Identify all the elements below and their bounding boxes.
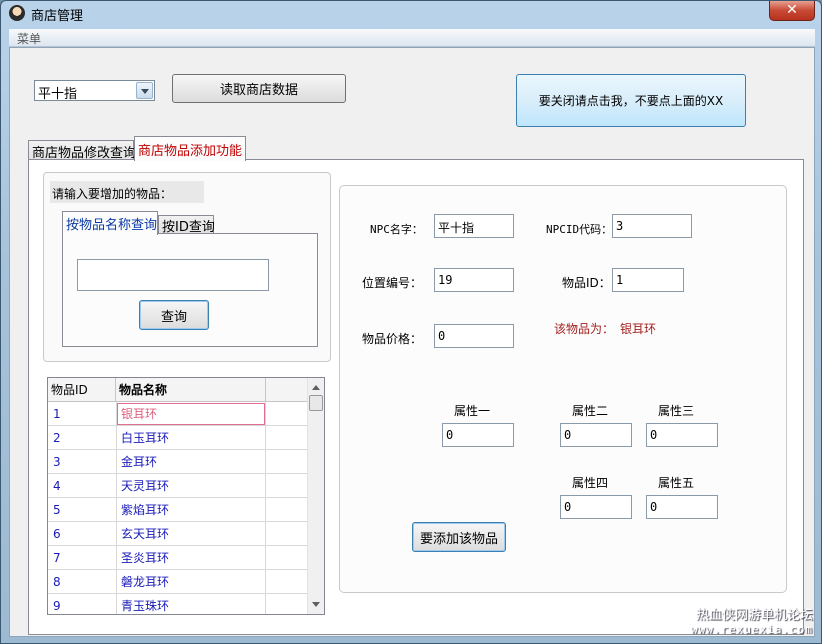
table-row[interactable]: 2 白玉耳环: [48, 426, 308, 450]
cell-name: 银耳环: [116, 402, 266, 426]
attr3-field[interactable]: 0: [646, 423, 718, 447]
cell-name: 磐龙耳环: [116, 570, 266, 594]
table-row[interactable]: 5 紫焰耳环: [48, 498, 308, 522]
search-tab-panel: 查询: [62, 233, 318, 347]
cell-name: 青玉珠环: [116, 594, 266, 614]
npc-id-label: NPCID代码：: [546, 223, 613, 236]
menu-bar: 菜单: [9, 29, 815, 47]
position-field[interactable]: 19: [434, 268, 514, 292]
column-header-id[interactable]: 物品ID: [48, 378, 116, 402]
load-shop-data-button[interactable]: 读取商店数据: [172, 74, 346, 103]
table-row[interactable]: 1 银耳环: [48, 402, 308, 426]
item-id-field[interactable]: 1: [612, 268, 684, 292]
cell-id: 6: [53, 527, 61, 541]
watermark-title: 热血侠网游单机论坛: [695, 608, 813, 623]
close-app-button[interactable]: 要关闭请点击我，不要点上面的XX: [516, 74, 746, 127]
cell-id: 5: [53, 503, 61, 517]
window-title: 商店管理: [31, 9, 84, 24]
attr1-label: 属性一: [454, 404, 491, 418]
query-button[interactable]: 查询: [139, 300, 209, 330]
cell-id: 3: [53, 455, 61, 469]
cell-id: 1: [53, 407, 61, 421]
cell-id: 8: [53, 575, 61, 589]
scroll-down-icon[interactable]: [312, 602, 320, 607]
app-icon: [9, 5, 25, 21]
attr3-label: 属性三: [658, 404, 695, 418]
attr5-label: 属性五: [658, 476, 695, 490]
npc-select[interactable]: 平十指: [34, 80, 155, 102]
tab-search-by-name[interactable]: 按物品名称查询: [62, 211, 158, 235]
cell-name: 紫焰耳环: [116, 498, 266, 522]
menu-item-main[interactable]: 菜单: [17, 30, 41, 47]
cell-id: 7: [53, 551, 61, 565]
price-label: 物品价格：: [362, 332, 423, 346]
cell-name: 天灵耳环: [116, 474, 266, 498]
scroll-up-icon[interactable]: [312, 385, 320, 390]
item-id-label: 物品ID：: [562, 276, 611, 290]
item-is-label: 该物品为：: [554, 322, 615, 336]
search-prompt-label: 请输入要增加的物品：: [50, 181, 204, 203]
watermark-url: www.rexuexia.com: [691, 623, 813, 636]
npc-name-label: NPC名字：: [370, 223, 423, 236]
attr2-field[interactable]: 0: [560, 423, 632, 447]
table-row[interactable]: 6 玄天耳环: [48, 522, 308, 546]
table-row[interactable]: 7 圣炎耳环: [48, 546, 308, 570]
watermark: 热血侠网游单机论坛 www.rexuexia.com: [691, 609, 813, 637]
title-bar[interactable]: 商店管理 ✕: [1, 1, 821, 27]
table-row[interactable]: 9 青玉珠环: [48, 594, 308, 614]
attr2-label: 属性二: [572, 404, 609, 418]
grid-rows: 1 银耳环 2 白玉耳环 3 金耳环 4 天灵耳环 5 紫焰耳环 6 玄天耳环 7 圣炎耳环 …: [48, 402, 308, 614]
table-row[interactable]: 8 磐龙耳环: [48, 570, 308, 594]
cell-name: 圣炎耳环: [116, 546, 266, 570]
position-label: 位置编号：: [362, 276, 423, 290]
tab-panel-add: 请输入要增加的物品： 按物品名称查询 按ID查询 查询 物品ID 物品名称 1 银…: [28, 159, 804, 635]
item-search-input[interactable]: [77, 259, 269, 291]
grid-scrollbar[interactable]: [307, 378, 324, 614]
search-group: 请输入要增加的物品： 按物品名称查询 按ID查询 查询: [43, 172, 331, 362]
grid-header: 物品ID 物品名称: [48, 378, 308, 402]
item-grid[interactable]: 物品ID 物品名称 1 银耳环 2 白玉耳环 3 金耳环 4 天灵耳环 5 紫焰耳环 6 玄…: [47, 377, 325, 615]
client-area: 平十指 读取商店数据 要关闭请点击我，不要点上面的XX 商店物品修改查询 商店物…: [9, 47, 815, 637]
npc-id-field[interactable]: 3: [612, 214, 692, 238]
npc-name-field[interactable]: 平十指: [434, 214, 514, 238]
attr1-field[interactable]: 0: [442, 423, 514, 447]
window-close-button[interactable]: ✕: [769, 1, 815, 21]
cell-name: 金耳环: [116, 450, 266, 474]
app-window: 商店管理 ✕ 菜单 平十指 读取商店数据 要关闭请点击我，不要点上面的XX 商店…: [0, 0, 822, 644]
price-field[interactable]: 0: [434, 324, 514, 348]
column-header-name[interactable]: 物品名称: [116, 378, 266, 402]
cell-name: 玄天耳环: [116, 522, 266, 546]
table-row[interactable]: 3 金耳环: [48, 450, 308, 474]
tab-search-by-id[interactable]: 按ID查询: [158, 215, 215, 235]
scroll-thumb[interactable]: [309, 395, 323, 411]
add-item-form: NPC名字： 平十指 NPCID代码： 3 位置编号： 19 物品ID： 1 物…: [339, 185, 787, 593]
npc-select-value: 平十指: [38, 87, 78, 102]
cell-id: 9: [53, 599, 61, 613]
table-row[interactable]: 4 天灵耳环: [48, 474, 308, 498]
add-item-button[interactable]: 要添加该物品: [412, 522, 506, 552]
attr4-label: 属性四: [572, 476, 609, 490]
tab-shop-item-add[interactable]: 商店物品添加功能: [134, 136, 246, 161]
cell-name: 白玉耳环: [116, 426, 266, 450]
cell-id: 4: [53, 479, 61, 493]
attr4-field[interactable]: 0: [560, 495, 632, 519]
item-is-value: 银耳环: [620, 322, 657, 336]
cell-id: 2: [53, 431, 61, 445]
attr5-field[interactable]: 0: [646, 495, 718, 519]
chevron-down-icon[interactable]: [136, 82, 153, 99]
